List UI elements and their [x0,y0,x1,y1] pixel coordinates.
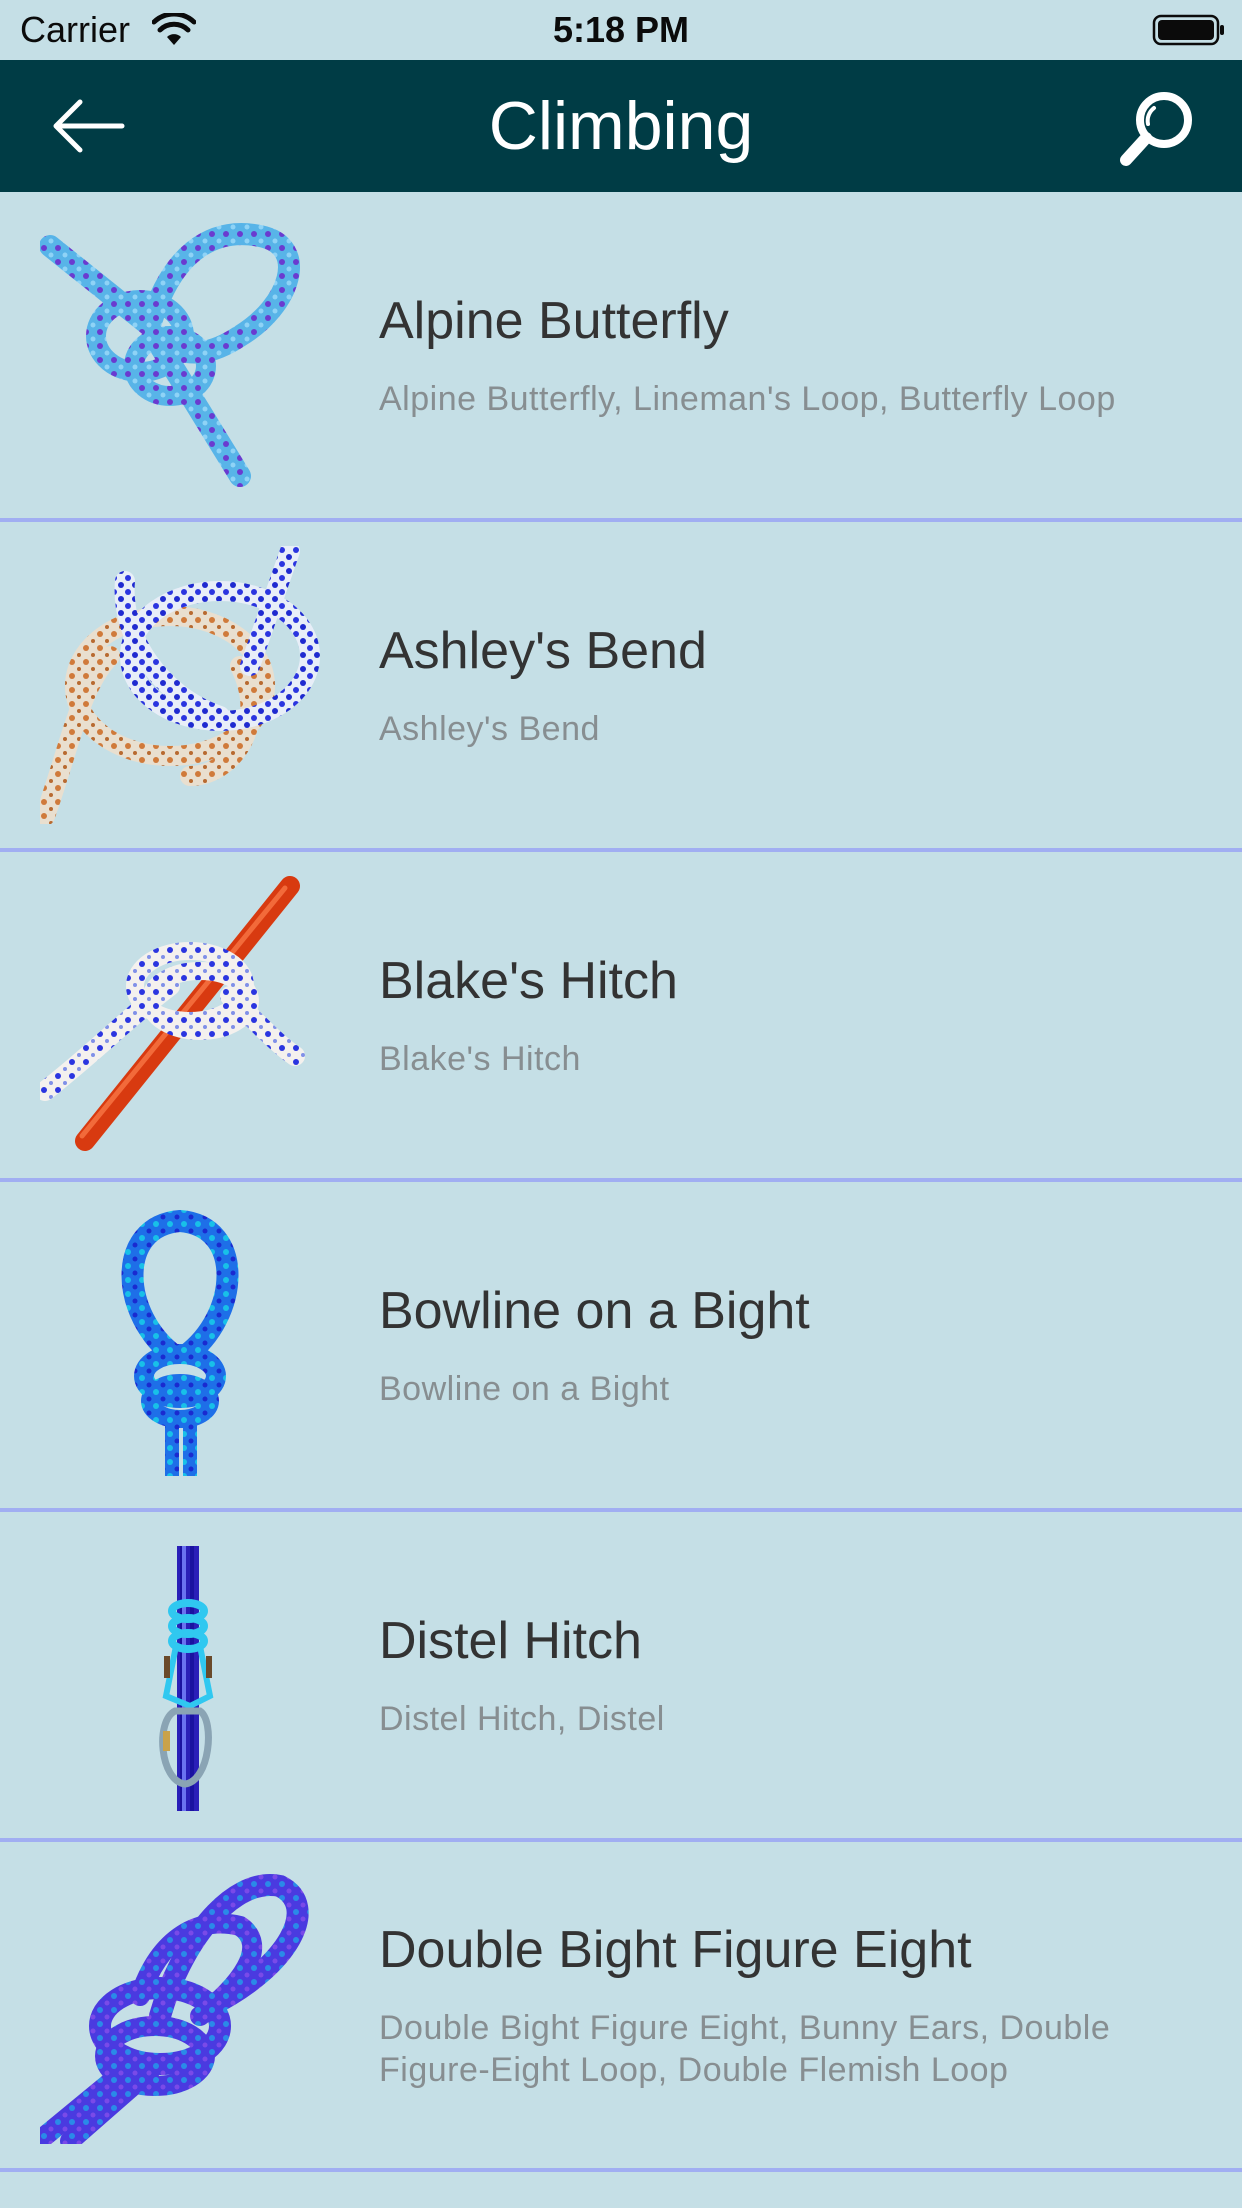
knot-subtitle: Distel Hitch, Distel [379,1700,665,1738]
list-item-text: Alpine Butterfly Alpine Butterfly, Linem… [379,192,1202,518]
ashleys-bend-knot-image [40,546,320,824]
list-item[interactable]: Blake's Hitch Blake's Hitch [0,852,1242,1182]
list-item[interactable]: Double Bight Figure Eight Double Bight F… [0,1842,1242,2172]
distel-hitch-knot-image [159,1546,214,1811]
battery-icon [1152,14,1224,46]
knot-title: Alpine Butterfly [379,292,729,350]
list-item-text: Bowline on a Bight Bowline on a Bight [379,1182,1202,1508]
knot-subtitle: Double Bight Figure Eight, Bunny Ears, D… [379,2009,1111,2089]
list-item[interactable]: Distel Hitch Distel Hitch, Distel [0,1512,1242,1842]
knot-subtitle: Alpine Butterfly, Lineman's Loop, Butter… [379,380,1116,418]
list-item-text: Double Bight Figure Eight Double Bight F… [379,1842,1202,2168]
blakes-hitch-knot-image [40,876,305,1151]
knot-subtitle: Ashley's Bend [379,710,600,748]
navigation-bar: Climbing [0,60,1242,192]
knot-title: Distel Hitch [379,1612,642,1670]
knot-subtitle: Bowline on a Bight [379,1370,670,1408]
list-item-text: Blake's Hitch Blake's Hitch [379,852,1202,1178]
status-bar: Carrier 5:18 PM [0,0,1242,60]
alpine-butterfly-knot-image [40,223,300,487]
clock-time: 5:18 PM [552,9,690,50]
knot-title: Blake's Hitch [379,952,678,1010]
knot-subtitle: Blake's Hitch [379,1040,581,1078]
knot-title: Ashley's Bend [379,622,707,680]
knot-title: Double Bight Figure Eight [379,1921,972,1979]
list-item-text: Distel Hitch Distel Hitch, Distel [379,1512,1202,1838]
list-item[interactable]: Ashley's Bend Ashley's Bend [0,522,1242,852]
knot-list: Alpine Butterfly Alpine Butterfly, Linem… [0,192,1242,2172]
list-item[interactable]: Alpine Butterfly Alpine Butterfly, Linem… [0,192,1242,522]
bowline-on-a-bight-knot-image [121,1209,239,1476]
search-icon[interactable] [1118,88,1198,168]
page-title: Climbing [488,88,754,164]
list-item-text: Ashley's Bend Ashley's Bend [379,522,1202,848]
knot-title: Bowline on a Bight [379,1282,810,1340]
double-bight-figure-eight-knot-image [40,1874,309,2144]
list-item[interactable]: Bowline on a Bight Bowline on a Bight [0,1182,1242,1512]
